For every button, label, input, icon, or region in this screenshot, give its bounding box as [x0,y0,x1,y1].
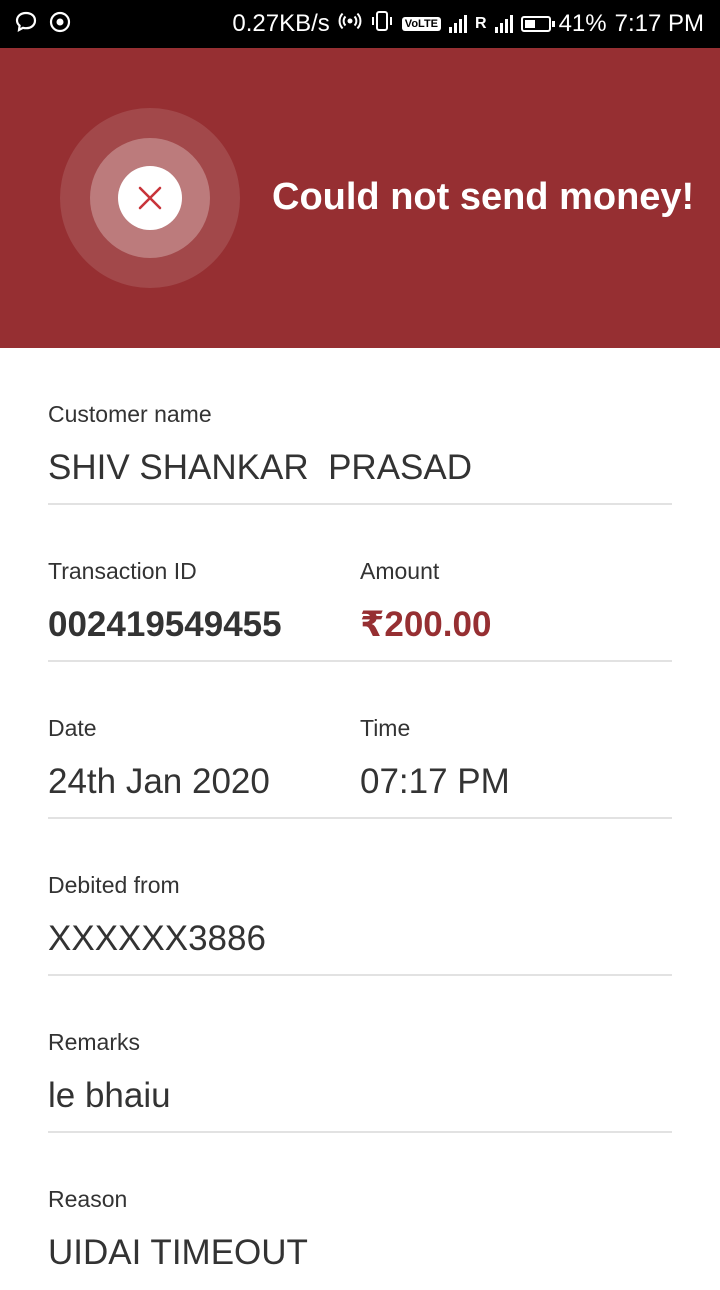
transaction-amount-row: Transaction ID 002419549455 Amount ₹200.… [48,505,672,662]
debited-from-row: Debited from XXXXXX3886 [48,819,672,976]
status-icon-circle [118,166,182,230]
date-value: 24th Jan 2020 [48,762,270,801]
chat-bubble-icon [14,10,38,41]
remarks-label: Remarks [48,1029,141,1055]
customer-name-row: Customer name SHIV SHANKAR PRASAD [48,348,672,505]
battery-icon [520,16,555,32]
reason-value: UIDAI TIMEOUT [48,1233,308,1272]
network-speed: 0.27KB/s [232,10,330,37]
amount-field: Amount ₹200.00 [360,557,491,645]
status-time: 7:17 PM [614,10,704,37]
failure-header: Could not send money! [0,48,720,348]
reason-label: Reason [48,1186,128,1212]
time-value: 07:17 PM [360,762,510,801]
target-icon [48,10,72,41]
remarks-value: le bhaiu [48,1076,171,1115]
status-icon-outer-ring [60,108,240,288]
customer-name-value: SHIV SHANKAR PRASAD [48,448,472,487]
transaction-id-label: Transaction ID [48,558,197,584]
customer-name-field: Customer name SHIV SHANKAR PRASAD [48,400,472,488]
transaction-details: Customer name SHIV SHANKAR PRASAD Transa… [48,348,672,1290]
amount-label: Amount [360,558,440,584]
hotspot-icon [338,9,362,40]
date-time-row: Date 24th Jan 2020 Time 07:17 PM [48,662,672,819]
close-icon [138,186,162,210]
date-field: Date 24th Jan 2020 [48,714,270,802]
roaming-indicator: R [475,15,487,32]
date-label: Date [48,715,97,741]
time-label: Time [360,715,411,741]
debited-from-label: Debited from [48,872,180,898]
volte-badge: VoLTE [401,17,441,31]
battery-percent: 41% [558,10,607,37]
transaction-id-field: Transaction ID 002419549455 [48,557,282,645]
signal-bars-icon [449,15,467,33]
amount-value: ₹200.00 [360,605,492,644]
status-bar: 0.27KB/s VoLTE R 41% 7:17 PM [0,0,720,48]
customer-name-label: Customer name [48,401,212,427]
time-field: Time 07:17 PM [360,714,510,802]
status-bar-notifications [14,10,72,41]
status-icon-middle-ring [90,138,210,258]
remarks-field: Remarks le bhaiu [48,1028,171,1116]
debited-from-field: Debited from XXXXXX3886 [48,871,266,959]
debited-from-value: XXXXXX3886 [48,919,266,958]
vibrate-icon [370,9,394,40]
transaction-id-value: 002419549455 [48,605,282,644]
reason-row: Reason UIDAI TIMEOUT [48,1133,672,1290]
page-title: Could not send money! [272,176,695,218]
signal-bars-icon [494,15,513,33]
status-bar-indicators: 0.27KB/s VoLTE R 41% 7:17 PM [232,0,704,48]
reason-field: Reason UIDAI TIMEOUT [48,1185,308,1273]
remarks-row: Remarks le bhaiu [48,976,672,1133]
